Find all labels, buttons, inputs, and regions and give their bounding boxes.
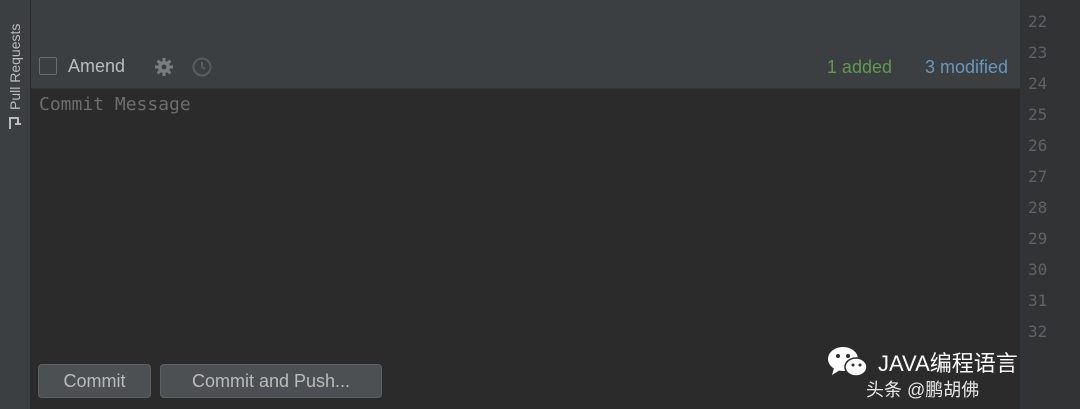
commit-toolbar: Amend 1 added 3 modified [31, 48, 1020, 89]
pull-request-icon [7, 115, 23, 131]
commit-and-push-button[interactable]: Commit and Push... [160, 364, 382, 398]
amend-checkbox[interactable] [39, 57, 57, 75]
amend-label[interactable]: Amend [68, 56, 125, 77]
commit-message-placeholder: Commit Message [39, 94, 191, 115]
line-number: 24 [1028, 74, 1048, 93]
watermark: JAVA编程语言 头条 @鹏胡佛 [826, 338, 1080, 409]
line-number: 29 [1028, 229, 1048, 248]
line-number: 22 [1028, 12, 1048, 31]
line-number: 27 [1028, 167, 1048, 186]
line-number: 23 [1028, 43, 1048, 62]
changes-panel [31, 0, 1020, 48]
line-number: 28 [1028, 198, 1048, 217]
pull-requests-tab-label: Pull Requests [7, 23, 23, 110]
line-number: 26 [1028, 136, 1048, 155]
commit-button[interactable]: Commit [38, 364, 151, 398]
clock-icon[interactable] [191, 56, 213, 78]
line-number: 31 [1028, 291, 1048, 310]
wechat-logo-icon [826, 344, 870, 380]
watermark-title: JAVA编程语言 [878, 351, 1018, 376]
watermark-subtitle: 头条 @鹏胡佛 [866, 380, 980, 400]
line-number: 25 [1028, 105, 1048, 124]
tab-pull-requests[interactable]: Pull Requests [0, 0, 30, 140]
added-count: 1 added [826, 57, 892, 77]
left-tool-strip: Pull Requests [0, 0, 31, 409]
modified-count: 3 modified [924, 57, 1008, 77]
line-number: 30 [1028, 260, 1048, 279]
gear-icon[interactable] [153, 56, 175, 78]
